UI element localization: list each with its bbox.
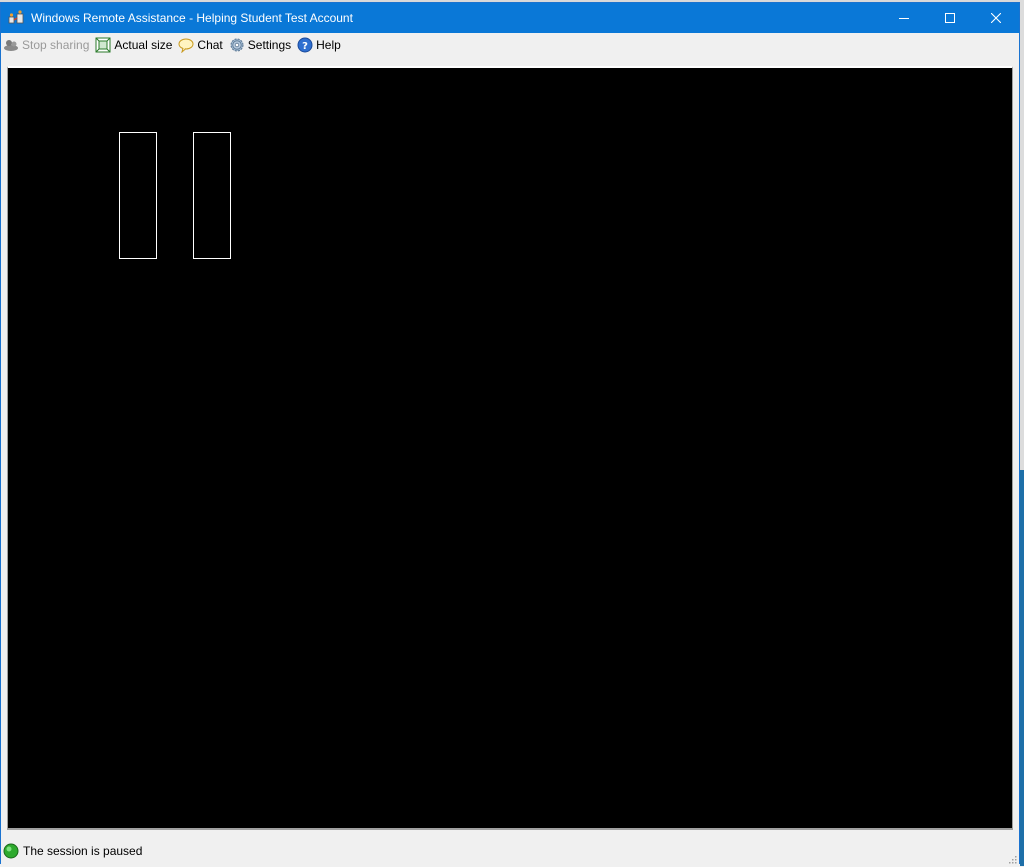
minimize-icon [899,18,909,19]
remote-screen-viewer[interactable] [7,66,1013,830]
help-icon: ? [297,37,313,53]
chat-icon [178,37,194,54]
maximize-icon [945,13,955,23]
help-label: Help [316,38,341,52]
close-icon [991,13,1001,23]
chat-label: Chat [197,38,223,52]
green-status-icon [3,843,19,859]
status-text: The session is paused [23,844,143,858]
close-button[interactable] [973,3,1019,33]
minimize-button[interactable] [881,3,927,33]
remote-assistance-icon [7,9,25,27]
toolbar: Stop sharing Actual size Chat Settings ?… [1,33,1019,57]
pause-icon-left-bar [119,132,157,259]
help-button[interactable]: ? Help [297,34,341,56]
status-bar: The session is paused [1,837,1019,865]
title-bar[interactable]: Windows Remote Assistance - Helping Stud… [1,3,1019,33]
maximize-button[interactable] [927,3,973,33]
pause-icon-right-bar [193,132,231,259]
actual-size-button[interactable]: Actual size [95,34,172,56]
stop-sharing-label: Stop sharing [22,38,90,52]
window-title: Windows Remote Assistance - Helping Stud… [31,11,353,25]
desktop-edge [1020,0,1024,866]
stop-sharing-button[interactable]: Stop sharing [3,34,89,56]
settings-label: Settings [247,38,292,52]
remote-assistance-window: Windows Remote Assistance - Helping Stud… [0,2,1020,865]
settings-button[interactable]: Settings [229,34,291,56]
resize-grip-icon[interactable] [1007,853,1017,864]
actual-size-label: Actual size [114,38,173,52]
window-controls [881,3,1019,33]
gear-icon [229,37,245,53]
actual-size-icon [95,37,111,53]
svg-text:?: ? [302,41,308,52]
chat-button[interactable]: Chat [178,34,223,56]
stop-sharing-icon [3,37,19,53]
